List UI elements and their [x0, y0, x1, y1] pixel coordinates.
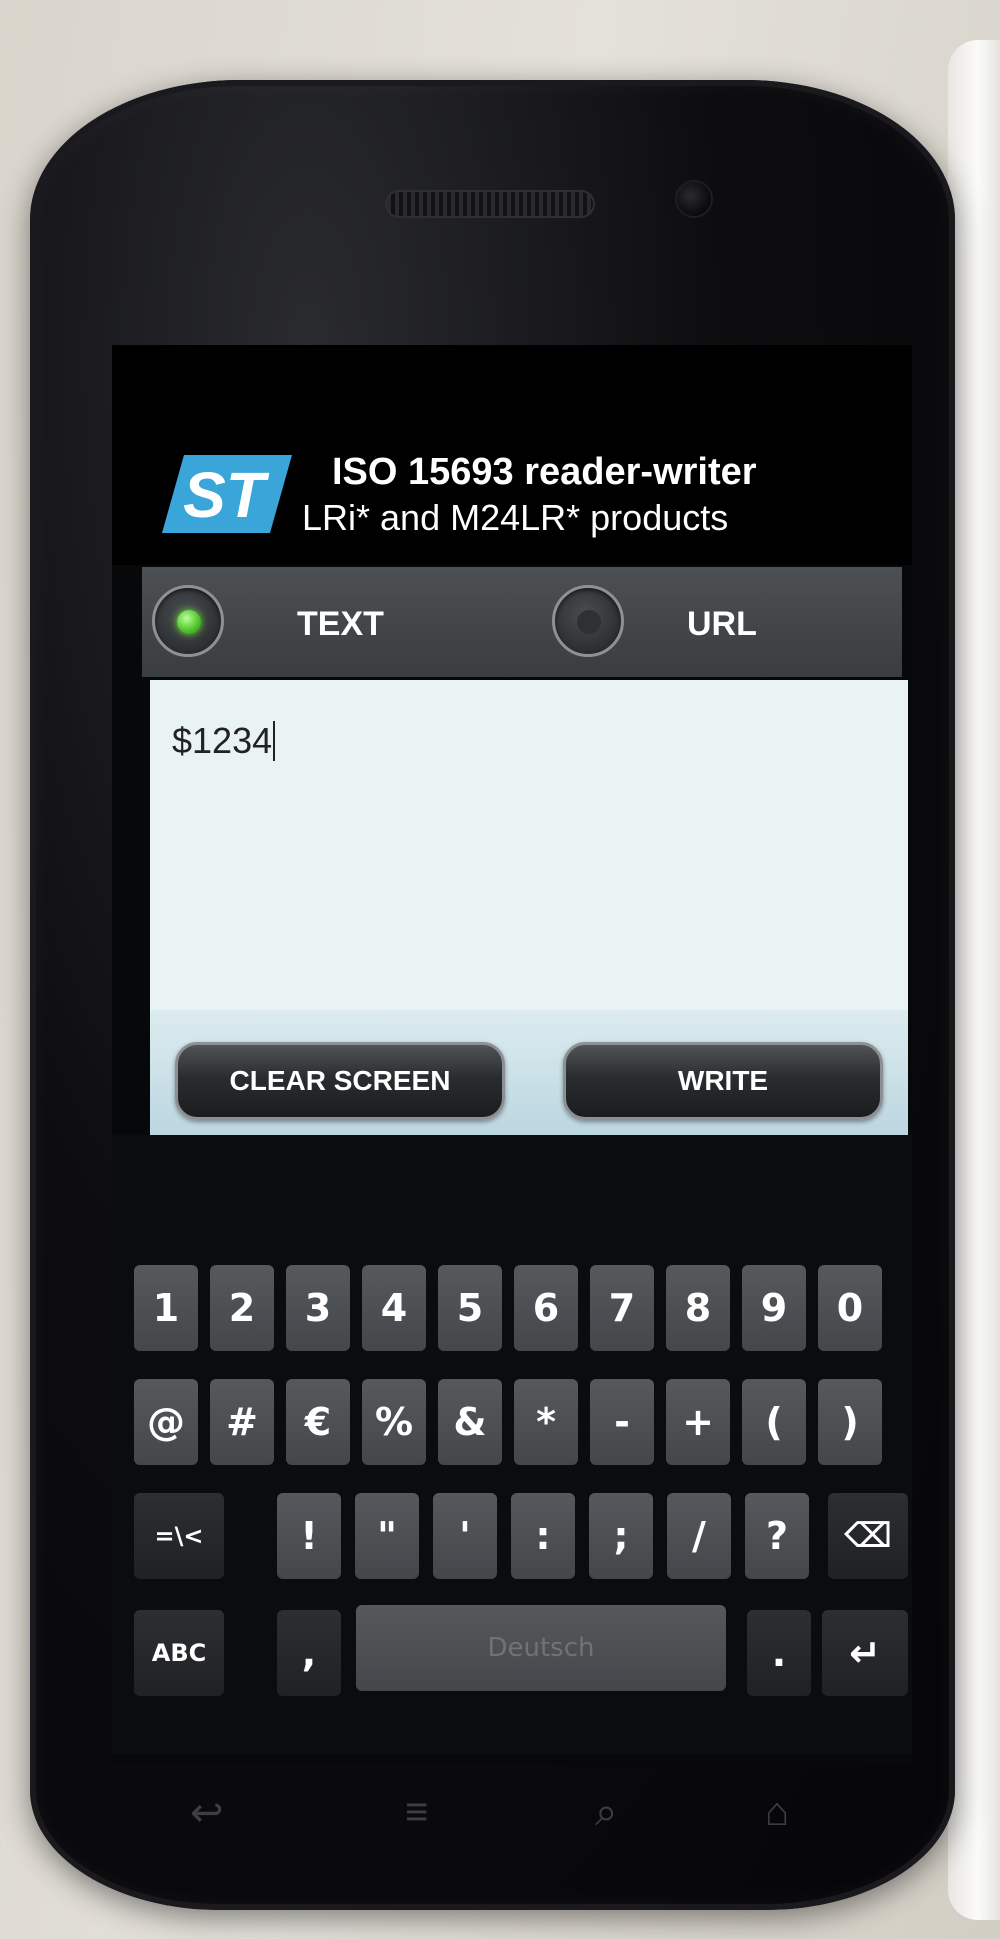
- key-2[interactable]: 2: [210, 1265, 274, 1351]
- key-minus[interactable]: -: [590, 1379, 654, 1465]
- key-question[interactable]: ?: [745, 1493, 809, 1579]
- key-hash[interactable]: #: [210, 1379, 274, 1465]
- key-ampersand[interactable]: &: [438, 1379, 502, 1465]
- home-icon[interactable]: ⌂: [765, 1790, 789, 1835]
- st-logo-text: ST: [183, 459, 270, 531]
- radio-dot-icon: [577, 610, 601, 634]
- write-button[interactable]: WRITE: [563, 1042, 883, 1120]
- key-percent[interactable]: %: [362, 1379, 426, 1465]
- key-0[interactable]: 0: [818, 1265, 882, 1351]
- key-more-symbols[interactable]: =\<: [134, 1493, 224, 1579]
- key-double-quote[interactable]: ": [355, 1493, 419, 1579]
- phone-device: ST ISO 15693 reader-writer LRi* and M24L…: [30, 80, 955, 1910]
- message-input-value: $1234: [172, 720, 273, 761]
- key-6[interactable]: 6: [514, 1265, 578, 1351]
- back-icon[interactable]: ↩: [190, 1790, 224, 1836]
- key-abc[interactable]: ABC: [134, 1610, 224, 1696]
- key-euro[interactable]: €: [286, 1379, 350, 1465]
- radio-url-label[interactable]: URL: [687, 605, 757, 644]
- key-period[interactable]: .: [747, 1610, 811, 1696]
- key-semicolon[interactable]: ;: [589, 1493, 653, 1579]
- key-plus[interactable]: +: [666, 1379, 730, 1465]
- key-3[interactable]: 3: [286, 1265, 350, 1351]
- key-exclamation[interactable]: !: [277, 1493, 341, 1579]
- backspace-icon[interactable]: ⌫: [828, 1493, 908, 1579]
- key-colon[interactable]: :: [511, 1493, 575, 1579]
- mode-selector: TEXT URL: [142, 567, 902, 677]
- key-at[interactable]: @: [134, 1379, 198, 1465]
- radio-url[interactable]: [552, 585, 624, 657]
- key-8[interactable]: 8: [666, 1265, 730, 1351]
- key-7[interactable]: 7: [590, 1265, 654, 1351]
- key-slash[interactable]: /: [667, 1493, 731, 1579]
- key-asterisk[interactable]: *: [514, 1379, 578, 1465]
- key-open-paren[interactable]: (: [742, 1379, 806, 1465]
- menu-icon[interactable]: ≡: [405, 1790, 428, 1835]
- radio-dot-icon: [177, 610, 201, 634]
- front-camera: [675, 180, 713, 218]
- key-5[interactable]: 5: [438, 1265, 502, 1351]
- radio-text-label[interactable]: TEXT: [297, 605, 384, 644]
- message-input[interactable]: $1234: [150, 680, 908, 1010]
- radio-text[interactable]: [152, 585, 224, 657]
- soft-keyboard: 1 2 3 4 5 6 7 8 9 0 @ # € % & * - + ( ) …: [112, 1135, 912, 1755]
- key-1[interactable]: 1: [134, 1265, 198, 1351]
- enter-icon[interactable]: ↵: [822, 1610, 908, 1696]
- hardware-nav-bar: ↩ ≡ ⌕ ⌂: [30, 1790, 955, 1870]
- clear-screen-button[interactable]: CLEAR SCREEN: [175, 1042, 505, 1120]
- background-cable: [948, 40, 1000, 1920]
- st-logo-icon: ST: [162, 455, 292, 533]
- key-comma[interactable]: ,: [277, 1610, 341, 1696]
- app-title: ISO 15693 reader-writer: [332, 451, 757, 493]
- search-icon[interactable]: ⌕: [595, 1790, 617, 1835]
- app-header: ST ISO 15693 reader-writer LRi* and M24L…: [112, 345, 912, 565]
- earpiece-speaker: [385, 190, 595, 218]
- phone-screen: ST ISO 15693 reader-writer LRi* and M24L…: [112, 345, 912, 1765]
- app-subtitle: LRi* and M24LR* products: [302, 497, 729, 538]
- key-single-quote[interactable]: ': [433, 1493, 497, 1579]
- editor-panel: $1234 CLEAR SCREEN WRITE: [150, 680, 908, 1135]
- key-4[interactable]: 4: [362, 1265, 426, 1351]
- space-bar[interactable]: Deutsch: [356, 1605, 726, 1691]
- key-close-paren[interactable]: ): [818, 1379, 882, 1465]
- text-cursor: [273, 721, 276, 761]
- key-9[interactable]: 9: [742, 1265, 806, 1351]
